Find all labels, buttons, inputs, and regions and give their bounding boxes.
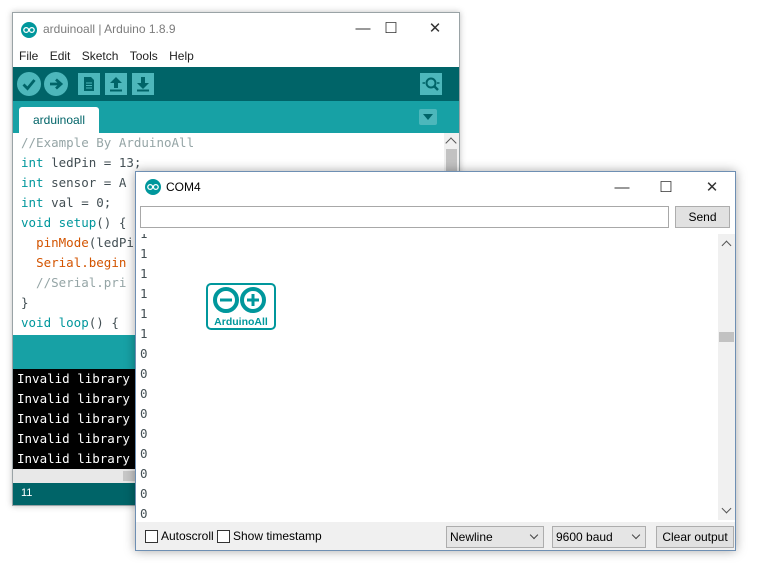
output-line: 0	[140, 506, 148, 520]
chevron-down-icon	[631, 530, 641, 540]
verify-icon[interactable]	[17, 72, 41, 96]
svg-text:ArduinoAll: ArduinoAll	[214, 316, 268, 328]
menu-sketch[interactable]: Sketch	[82, 45, 119, 67]
autoscroll-label: Autoscroll	[161, 529, 214, 543]
code-text: (ledPi	[88, 235, 134, 250]
code-text: ledPin = 13;	[43, 155, 142, 170]
keyword: void	[21, 315, 52, 330]
output-line: 1	[140, 246, 148, 261]
output-line: 0	[140, 366, 148, 381]
scroll-down-arrow-icon[interactable]	[721, 503, 732, 514]
baud-rate-select[interactable]: 9600 baud	[552, 526, 646, 548]
tab-menu-dropdown[interactable]	[419, 109, 437, 125]
menu-file[interactable]: File	[19, 45, 38, 67]
output-line: 0	[140, 486, 148, 501]
menu-edit[interactable]: Edit	[50, 45, 71, 67]
function-name: loop	[51, 315, 89, 330]
serial-send-input[interactable]	[140, 206, 669, 228]
code-text: }	[21, 295, 29, 310]
scroll-thumb[interactable]	[719, 332, 734, 342]
output-line: 0	[140, 346, 148, 361]
serial-maximize-button[interactable]: ☐	[652, 178, 680, 198]
ide-minimize-button[interactable]: —	[349, 19, 377, 39]
arduino-app-icon	[145, 179, 161, 195]
output-line: 0	[140, 426, 148, 441]
line-ending-select[interactable]: Newline	[446, 526, 544, 548]
keyword: int	[21, 195, 44, 210]
output-line: 0	[140, 446, 148, 461]
serial-window-title: COM4	[166, 180, 201, 194]
menu-tools[interactable]: Tools	[130, 45, 158, 67]
ide-menubar: File Edit Sketch Tools Help	[13, 45, 459, 67]
show-timestamp-checkbox[interactable]	[217, 530, 230, 543]
code-text: .begin	[81, 255, 127, 270]
tab-arduinoall[interactable]: arduinoall	[19, 107, 99, 133]
send-button[interactable]: Send	[675, 206, 730, 228]
ide-titlebar[interactable]: arduinoall | Arduino 1.8.9 — ☐ ✕	[13, 13, 459, 45]
arduino-app-icon	[21, 22, 37, 38]
serial-minimize-button[interactable]: —	[608, 178, 636, 198]
serial-titlebar[interactable]: COM4 — ☐ ✕	[136, 172, 735, 202]
menu-help[interactable]: Help	[169, 45, 194, 67]
scroll-up-arrow-icon[interactable]	[445, 137, 457, 149]
output-line: 0	[140, 386, 148, 401]
clear-output-button[interactable]: Clear output	[656, 526, 734, 548]
ide-close-button[interactable]: ✕	[421, 19, 449, 39]
serial-bottom-bar: Autoscroll Show timestamp Newline 9600 b…	[136, 522, 735, 550]
function-name: pinMode	[36, 235, 89, 250]
keyword: int	[21, 155, 44, 170]
upload-icon[interactable]	[44, 72, 68, 96]
output-line: 0	[140, 466, 148, 481]
code-text: val = 0;	[43, 195, 112, 210]
baud-rate-value: 9600 baud	[556, 530, 613, 544]
save-icon[interactable]	[131, 72, 155, 96]
comment-text: //Serial.pri	[21, 275, 127, 290]
serial-output[interactable]: 1 1 1 1 1 1 0 0 0 0 0 0 0 0 0	[136, 234, 718, 520]
output-line: 1	[136, 234, 718, 244]
comment-text: //Example By ArduinoAll	[21, 135, 195, 150]
serial-output-scrollbar[interactable]	[718, 234, 735, 520]
code-text: sensor = A	[43, 175, 127, 190]
function-name: setup	[51, 215, 97, 230]
arduinoall-logo: ArduinoAll	[206, 283, 276, 330]
line-number: 11	[21, 487, 33, 499]
code-line: //Example By ArduinoAll	[13, 133, 459, 153]
keyword: void	[21, 215, 52, 230]
function-name: Serial	[36, 255, 82, 270]
code-line: int ledPin = 13;	[13, 153, 459, 173]
scroll-up-arrow-icon[interactable]	[721, 240, 732, 251]
ide-toolbar	[13, 67, 459, 101]
chevron-down-icon	[529, 530, 539, 540]
open-icon[interactable]	[104, 72, 128, 96]
serial-close-button[interactable]: ✕	[698, 178, 726, 198]
show-timestamp-label: Show timestamp	[233, 529, 322, 543]
keyword: int	[21, 175, 44, 190]
serial-monitor-icon[interactable]	[419, 72, 443, 96]
new-icon[interactable]	[77, 72, 101, 96]
ide-window-title: arduinoall | Arduino 1.8.9	[43, 22, 176, 36]
serial-monitor-window: COM4 — ☐ ✕ Send 1 1 1 1 1 1 0 0 0 0 0 0 …	[135, 171, 736, 551]
autoscroll-checkbox[interactable]	[145, 530, 158, 543]
ide-tabbar: arduinoall	[13, 101, 459, 133]
code-text: () {	[96, 215, 127, 230]
output-line: 1	[140, 266, 148, 281]
output-line: 0	[140, 406, 148, 421]
line-ending-value: Newline	[450, 530, 493, 544]
ide-maximize-button[interactable]: ☐	[377, 19, 405, 39]
code-text: () {	[88, 315, 119, 330]
